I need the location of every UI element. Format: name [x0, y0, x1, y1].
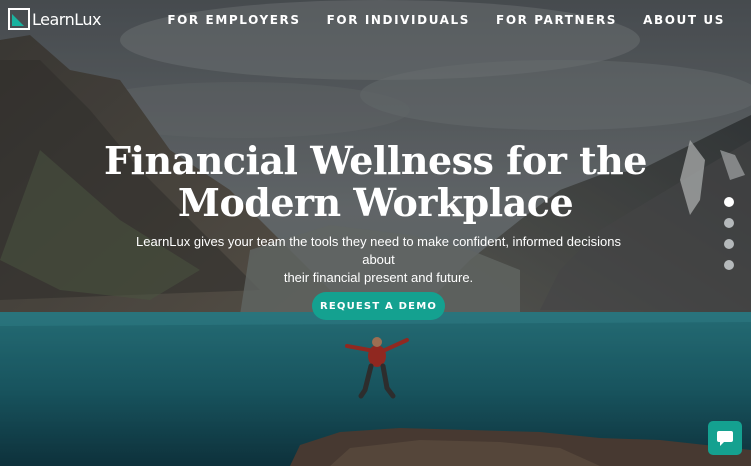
- logo-wordmark: LearnLux: [32, 9, 101, 29]
- headline-line-1: Financial Wellness for the: [104, 138, 647, 183]
- subtitle-line-2: their financial present and future.: [283, 270, 474, 285]
- logo-mark-icon: [8, 8, 30, 30]
- carousel-dot-2[interactable]: [724, 218, 734, 228]
- nav-for-employers[interactable]: FOR EMPLOYERS: [167, 13, 300, 27]
- carousel-dots: [724, 197, 734, 270]
- request-demo-button[interactable]: REQUEST A DEMO: [312, 292, 445, 320]
- subtitle-line-1: LearnLux gives your team the tools they …: [136, 234, 621, 267]
- headline-line-2: Modern Workplace: [177, 180, 574, 225]
- carousel-dot-1[interactable]: [724, 197, 734, 207]
- chat-button[interactable]: [708, 421, 742, 455]
- carousel-dot-4[interactable]: [724, 260, 734, 270]
- top-nav: LearnLux FOR EMPLOYERS FOR INDIVIDUALS F…: [0, 0, 751, 42]
- nav-for-individuals[interactable]: FOR INDIVIDUALS: [327, 13, 470, 27]
- nav-for-partners[interactable]: FOR PARTNERS: [496, 13, 617, 27]
- learnlux-logo[interactable]: LearnLux: [8, 8, 101, 30]
- main-menu: FOR EMPLOYERS FOR INDIVIDUALS FOR PARTNE…: [167, 13, 725, 27]
- hero-section: LearnLux FOR EMPLOYERS FOR INDIVIDUALS F…: [0, 0, 751, 466]
- chat-bubble-icon: [717, 430, 733, 446]
- nav-about-us[interactable]: ABOUT US: [643, 13, 725, 27]
- hero-subtitle: LearnLux gives your team the tools they …: [130, 233, 627, 287]
- hero-headline: Financial Wellness for the Modern Workpl…: [0, 140, 751, 224]
- carousel-dot-3[interactable]: [724, 239, 734, 249]
